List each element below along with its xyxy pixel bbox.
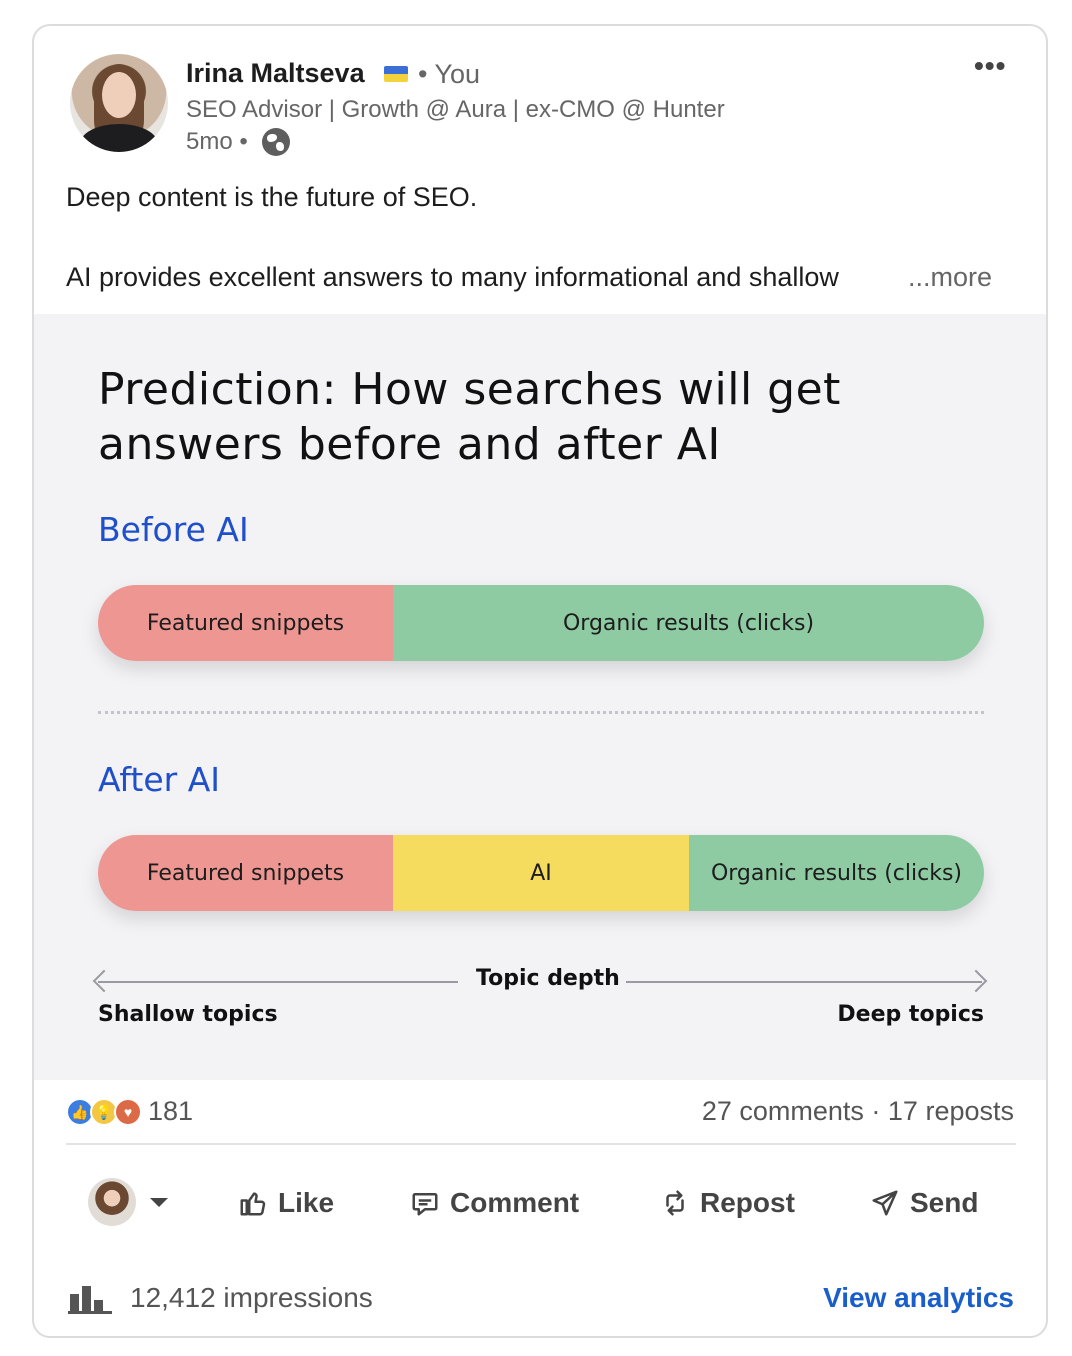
axis-line-left — [98, 981, 458, 983]
send-icon — [872, 1190, 898, 1216]
author-avatar[interactable] — [70, 54, 168, 152]
comment-label: Comment — [450, 1187, 580, 1218]
post-text-line2: AI provides excellent answers to many in… — [66, 262, 839, 292]
ukraine-flag-icon — [384, 66, 408, 82]
after-ai-heading: After AI — [98, 760, 221, 799]
graphic-title: Prediction: How searches will get answer… — [98, 364, 841, 470]
send-label: Send — [910, 1187, 979, 1218]
avatar-shoulders — [80, 124, 158, 152]
see-more-link[interactable]: ...more — [908, 262, 992, 293]
repost-icon — [666, 1190, 684, 1216]
like-label: Like — [278, 1187, 335, 1218]
before-segment-0: Featured snippets — [98, 585, 394, 661]
view-analytics-link[interactable]: View analytics — [823, 1282, 1014, 1314]
chevron-down-icon[interactable] — [150, 1198, 168, 1207]
after-segment-2: Organic results (clicks) — [688, 835, 984, 911]
author-name[interactable]: Irina Maltseva — [186, 58, 365, 89]
axis-right-label: Deep topics — [837, 1002, 984, 1027]
thumbs-up-icon — [240, 1192, 266, 1216]
section-divider — [98, 711, 984, 714]
before-ai-heading: Before AI — [98, 510, 249, 549]
globe-icon — [262, 128, 290, 156]
reaction-count[interactable]: 181 — [148, 1096, 193, 1127]
arrow-right-icon — [964, 969, 988, 993]
love-reaction-icon: ♥ — [114, 1098, 142, 1126]
reaction-icons[interactable]: 👍 💡 ♥ — [66, 1098, 156, 1128]
author-relation: • You — [418, 59, 481, 89]
axis-center-label: Topic depth — [476, 966, 620, 991]
divider — [66, 1143, 1016, 1145]
post-time: 5mo • — [186, 128, 248, 155]
author-headline: SEO Advisor | Growth @ Aura | ex-CMO @ H… — [186, 96, 725, 123]
actor-avatar[interactable] — [88, 1178, 136, 1226]
impressions-count: 12,412 impressions — [130, 1282, 373, 1313]
like-button[interactable]: Like — [238, 1181, 334, 1225]
avatar-face — [102, 72, 136, 118]
after-ai-bar: Featured snippets AI Organic results (clic… — [98, 835, 984, 911]
analytics-bars-icon — [68, 1286, 112, 1314]
axis-line-right — [626, 981, 982, 983]
axis-left-label: Shallow topics — [98, 1002, 278, 1027]
after-segment-0: Featured snippets — [98, 835, 394, 911]
comment-button[interactable]: Comment — [410, 1181, 579, 1225]
comments-reposts-count[interactable]: 27 comments · 17 reposts — [702, 1096, 1014, 1127]
post-text-line1: Deep content is the future of SEO. — [66, 182, 478, 212]
repost-button[interactable]: Repost — [660, 1181, 795, 1225]
post-image[interactable]: Prediction: How searches will get answer… — [34, 314, 1046, 1080]
more-options-button[interactable]: ••• — [974, 50, 1006, 82]
send-button[interactable]: Send — [870, 1181, 978, 1225]
comment-icon — [412, 1193, 438, 1216]
before-ai-bar: Featured snippets Organic results (clicks… — [98, 585, 984, 661]
repost-label: Repost — [700, 1187, 795, 1218]
after-segment-1: AI — [393, 835, 689, 911]
post-card: Irina Maltseva • You SEO Advisor | Growt… — [32, 24, 1048, 1338]
before-segment-1: Organic results (clicks) — [393, 585, 984, 661]
